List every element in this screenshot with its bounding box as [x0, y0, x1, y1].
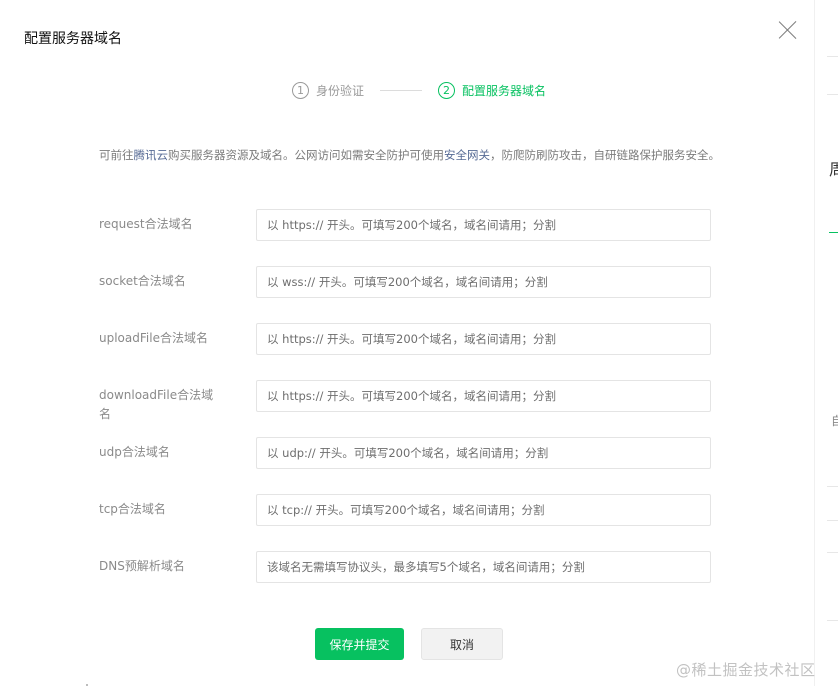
dns-prefetch-domain-input[interactable]: [256, 551, 711, 583]
stepper: 1 身份验证 2 配置服务器域名: [292, 81, 546, 99]
description-part1: 可前往: [99, 148, 134, 162]
form-row-dns: DNS预解析域名: [99, 551, 711, 583]
form-row-socket: socket合法域名: [99, 266, 711, 298]
watermark: @稀土掘金技术社区: [676, 661, 816, 679]
form-row-uploadfile: uploadFile合法域名: [99, 323, 711, 355]
form-row-downloadfile: downloadFile合法域名: [99, 380, 711, 421]
request-domain-input[interactable]: [256, 209, 711, 241]
accent-line: [829, 232, 838, 233]
dialog-title: 配置服务器域名: [24, 31, 122, 47]
uploadfile-domain-input[interactable]: [256, 323, 711, 355]
description-part3: ，防爬防刷防攻击，自研链路保护服务安全。: [490, 148, 720, 162]
field-label-socket: socket合法域名: [99, 274, 186, 288]
form-row-tcp: tcp合法域名: [99, 494, 711, 526]
save-and-submit-button[interactable]: 保存并提交: [315, 628, 404, 660]
close-icon[interactable]: [776, 18, 800, 42]
step-number-1: 1: [292, 81, 309, 99]
cancel-button[interactable]: 取消: [421, 628, 503, 660]
field-label-tcp: tcp合法域名: [99, 502, 166, 516]
divider: [827, 486, 838, 487]
form-row-request: request合法域名: [99, 209, 711, 241]
udp-domain-input[interactable]: [256, 437, 711, 469]
divider: [827, 56, 838, 57]
downloadfile-domain-input[interactable]: [256, 380, 711, 412]
field-label-downloadfile: downloadFile合法域名: [99, 388, 214, 421]
tencent-cloud-link[interactable]: 腾讯云: [134, 148, 169, 162]
field-label-request: request合法域名: [99, 217, 193, 231]
background-glyph-mid: 自: [831, 414, 838, 428]
divider: [827, 94, 838, 95]
background-page-edge: 周 自: [814, 0, 838, 686]
field-label-dns: DNS预解析域名: [99, 559, 185, 573]
divider: [827, 520, 838, 521]
form-row-udp: udp合法域名: [99, 437, 711, 469]
security-gateway-link[interactable]: 安全网关: [444, 148, 490, 162]
field-label-udp: udp合法域名: [99, 445, 170, 459]
step-identity-verification: 1 身份验证: [292, 81, 365, 99]
field-label-uploadfile: uploadFile合法域名: [99, 331, 208, 345]
config-domain-dialog: 配置服务器域名 1 身份验证 2 配置服务器域名 可前往腾讯云购买服务器资源及域…: [0, 0, 814, 686]
step-number-2: 2: [438, 81, 456, 99]
divider: [827, 552, 838, 553]
tcp-domain-input[interactable]: [256, 494, 711, 526]
background-glyph-top: 周: [829, 160, 838, 179]
step-divider: [380, 89, 423, 91]
step-label-1: 身份验证: [316, 83, 365, 98]
description-part2: 购买服务器资源及域名。公网访问如需安全防护可使用: [168, 148, 444, 162]
divider: [827, 620, 838, 621]
step-configure-domain: 2 配置服务器域名: [438, 81, 547, 99]
step-label-2: 配置服务器域名: [462, 83, 547, 98]
description-text: 可前往腾讯云购买服务器资源及域名。公网访问如需安全防护可使用安全网关，防爬防刷防…: [99, 146, 721, 165]
socket-domain-input[interactable]: [256, 266, 711, 298]
